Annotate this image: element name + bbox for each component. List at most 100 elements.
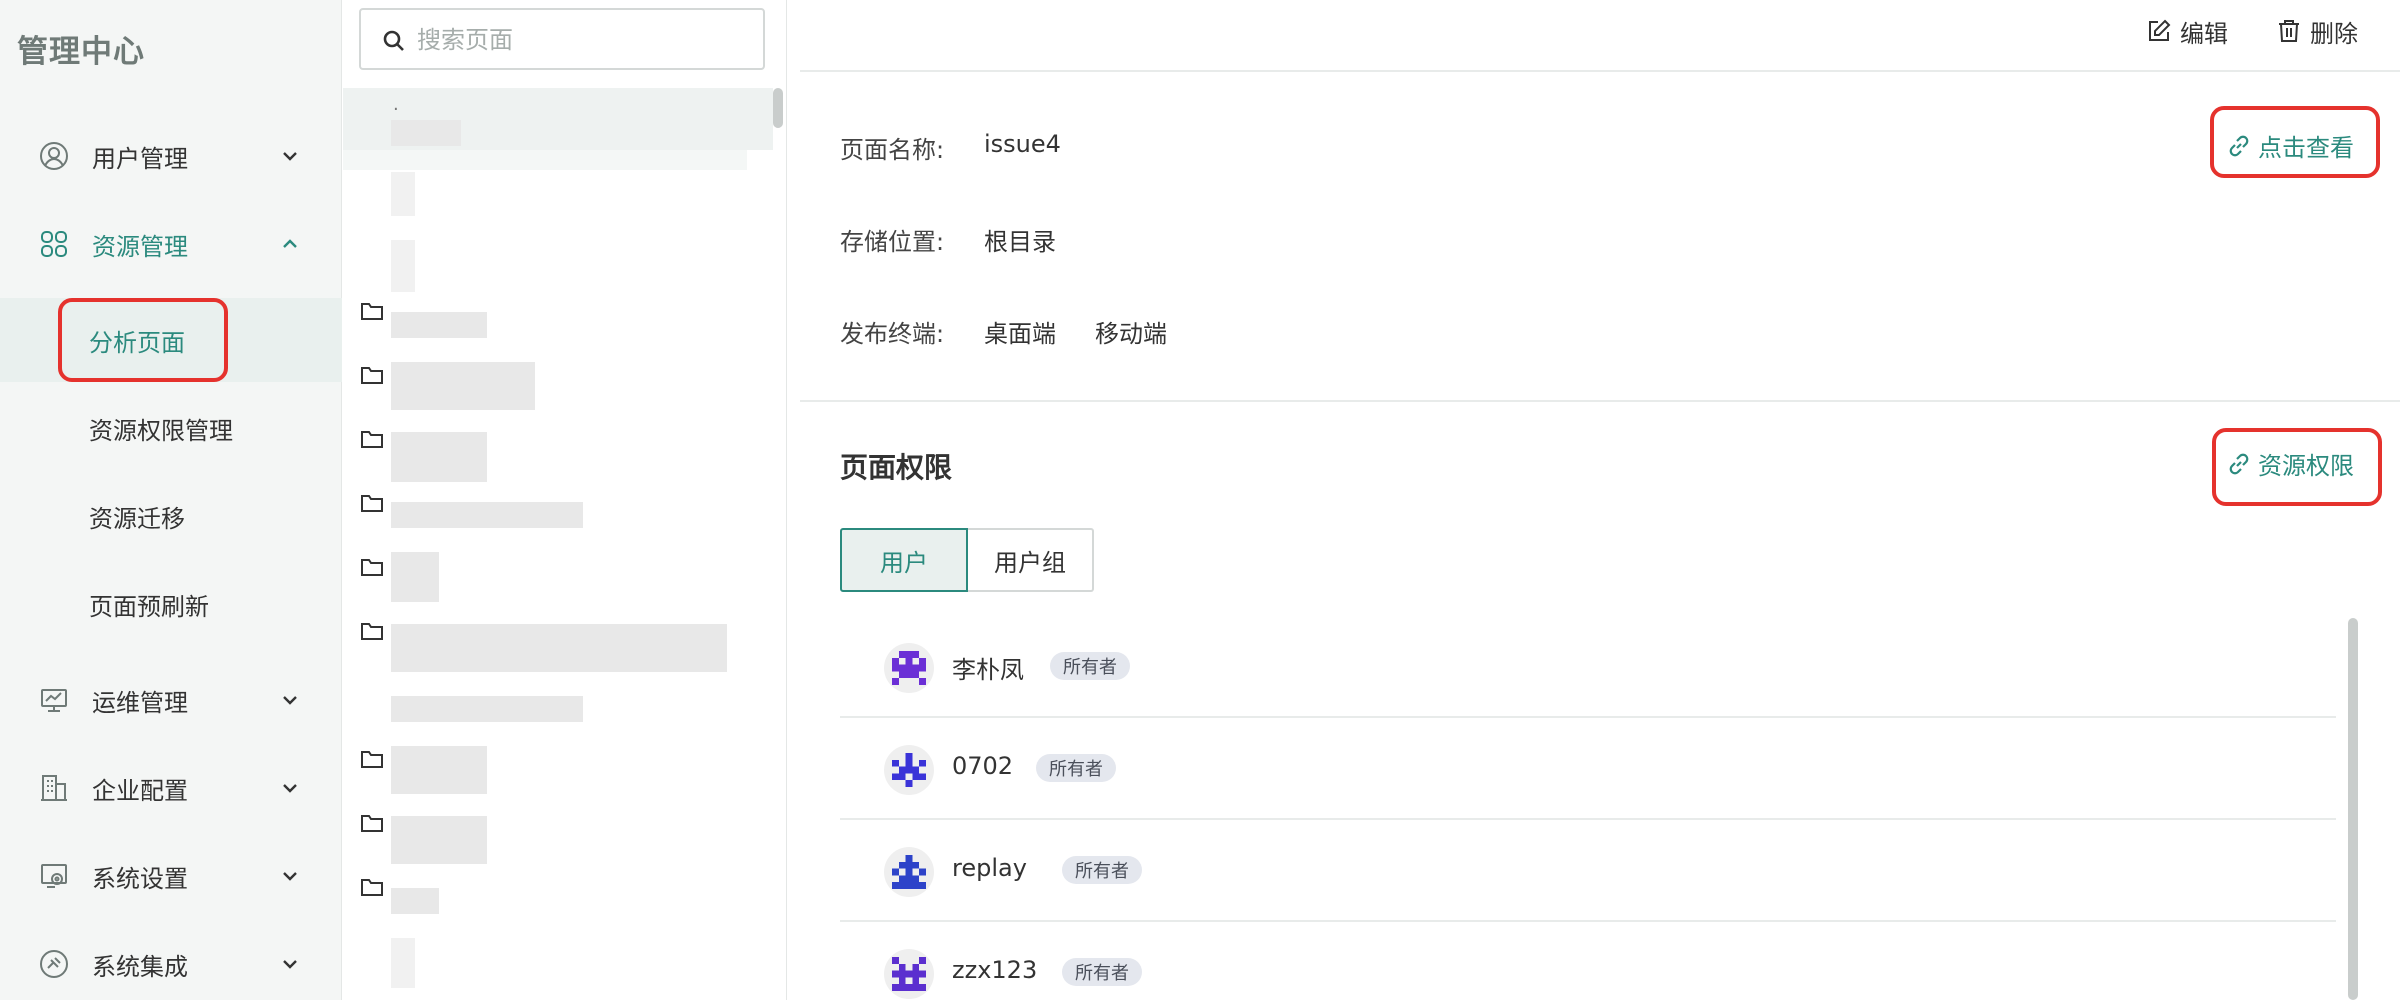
- submenu-resource-permission[interactable]: 资源权限管理: [0, 386, 342, 470]
- tree-folder-redacted[interactable]: [391, 746, 487, 794]
- menu-label: 运维管理: [92, 688, 188, 717]
- tree-folder-redacted[interactable]: [391, 552, 439, 602]
- chevron-up-icon: [283, 239, 297, 248]
- permission-user-row[interactable]: zzx123 所有者: [840, 922, 2336, 1000]
- tree-row-hover: [343, 150, 747, 170]
- tab-label: 用户组: [994, 548, 1066, 577]
- menu-label: 资源管理: [92, 232, 188, 261]
- user-name: replay: [952, 854, 1027, 882]
- chevron-down-icon: [283, 152, 297, 161]
- view-page-link[interactable]: 点击查看: [2226, 128, 2354, 163]
- role-badge: 所有者: [1050, 652, 1130, 680]
- publish-terminal-label: 发布终端:: [840, 320, 945, 348]
- edit-icon: [2149, 19, 2171, 41]
- user-list-scrollbar[interactable]: [2348, 618, 2358, 1000]
- delete-label: 删除: [2310, 19, 2358, 48]
- avatar: [884, 745, 934, 795]
- folder-icon: [361, 559, 383, 576]
- storage-location-value: 根目录: [984, 228, 1056, 256]
- tree-folder-redacted[interactable]: [391, 624, 727, 672]
- chevron-down-icon: [283, 696, 297, 705]
- submenu-label: 分析页面: [89, 328, 185, 357]
- page-detail-panel: 编辑 删除 页面名称: issue4 点击查看 存储位置: 根目录 发布终端: …: [788, 0, 2400, 1000]
- submenu-label: 资源权限管理: [89, 416, 233, 445]
- identicon-icon: [892, 753, 926, 787]
- view-page-label: 点击查看: [2258, 134, 2354, 162]
- role-badge: 所有者: [1036, 754, 1116, 782]
- building-icon: [41, 775, 67, 801]
- tree-folder-redacted[interactable]: [391, 502, 583, 528]
- tree-item-redacted[interactable]: [391, 172, 415, 216]
- menu-label: 系统集成: [92, 952, 188, 981]
- settings-icon: [41, 864, 67, 888]
- tree-folder-redacted[interactable]: [391, 312, 487, 338]
- menu-resource-management[interactable]: 资源管理: [0, 204, 342, 284]
- menu-label: 企业配置: [92, 776, 188, 805]
- menu-system-settings[interactable]: 系统设置: [0, 836, 342, 916]
- tree-item-redacted[interactable]: [391, 120, 461, 146]
- role-badge: 所有者: [1062, 856, 1142, 884]
- submenu-page-prerefresh[interactable]: 页面预刷新: [0, 562, 342, 646]
- tree-item-redacted[interactable]: [391, 696, 583, 722]
- menu-label: 用户管理: [92, 144, 188, 173]
- grid-icon: [41, 231, 67, 257]
- identicon-icon: [892, 855, 926, 889]
- submenu-label: 页面预刷新: [89, 592, 209, 621]
- submenu-resource-migration[interactable]: 资源迁移: [0, 474, 342, 558]
- folder-icon: [361, 751, 383, 768]
- avatar: [884, 847, 934, 897]
- permission-user-row[interactable]: 0702 所有者: [840, 718, 2336, 820]
- identicon-icon: [892, 957, 926, 991]
- folder-icon: [361, 879, 383, 896]
- tree-folder-redacted[interactable]: [391, 432, 487, 482]
- identicon-icon: [892, 651, 926, 685]
- search-icon: [383, 30, 404, 51]
- menu-system-integration[interactable]: 系统集成: [0, 924, 342, 1000]
- search-box: [359, 8, 765, 70]
- storage-location-label: 存储位置:: [840, 228, 945, 256]
- avatar: [884, 949, 934, 999]
- tab-user-groups[interactable]: 用户组: [968, 528, 1094, 592]
- link-icon: [2229, 135, 2249, 156]
- chevron-down-icon: [283, 960, 297, 969]
- permission-user-row[interactable]: replay 所有者: [840, 820, 2336, 922]
- folder-icon: [361, 431, 383, 448]
- tree-item-redacted[interactable]: [391, 240, 415, 292]
- menu-ops-management[interactable]: 运维管理: [0, 660, 342, 740]
- tab-label: 用户: [880, 548, 928, 577]
- avatar: [884, 643, 934, 693]
- folder-icon: [361, 303, 383, 320]
- divider: [800, 400, 2400, 402]
- folder-icon: [361, 815, 383, 832]
- monitor-icon: [41, 689, 67, 712]
- page-name-label: 页面名称:: [840, 136, 945, 164]
- tree-folder-redacted[interactable]: [391, 816, 487, 864]
- tree-folder-redacted[interactable]: [391, 888, 439, 914]
- tree-item-redacted[interactable]: [391, 938, 415, 988]
- user-circle-icon: [40, 142, 68, 170]
- submenu-label: 资源迁移: [89, 504, 185, 533]
- folder-icon: [361, 367, 383, 384]
- permission-user-row[interactable]: 李朴凤 所有者: [840, 616, 2336, 718]
- tree-folder-redacted[interactable]: [391, 362, 535, 410]
- resource-permission-label: 资源权限: [2258, 452, 2354, 480]
- app-title: 管理中心: [17, 34, 145, 70]
- link-icon: [2229, 453, 2249, 474]
- trash-icon: [2279, 20, 2299, 42]
- page-name-value: issue4: [984, 130, 1061, 158]
- delete-button[interactable]: 删除: [2276, 14, 2358, 48]
- tab-users[interactable]: 用户: [840, 528, 968, 592]
- chevron-down-icon: [283, 872, 297, 881]
- resource-permission-link[interactable]: 资源权限: [2226, 446, 2354, 481]
- menu-user-management[interactable]: 用户管理: [0, 116, 342, 196]
- integration-icon: [40, 950, 68, 978]
- tree-scrollbar[interactable]: [773, 88, 783, 128]
- terminal-mobile: 移动端: [1095, 320, 1167, 348]
- role-badge: 所有者: [1062, 958, 1142, 986]
- menu-enterprise-config[interactable]: 企业配置: [0, 748, 342, 828]
- search-input[interactable]: [417, 20, 747, 60]
- submenu-analysis-page[interactable]: 分析页面: [0, 298, 342, 382]
- chevron-down-icon: [283, 784, 297, 793]
- edit-button[interactable]: 编辑: [2146, 14, 2228, 48]
- edit-label: 编辑: [2180, 19, 2228, 48]
